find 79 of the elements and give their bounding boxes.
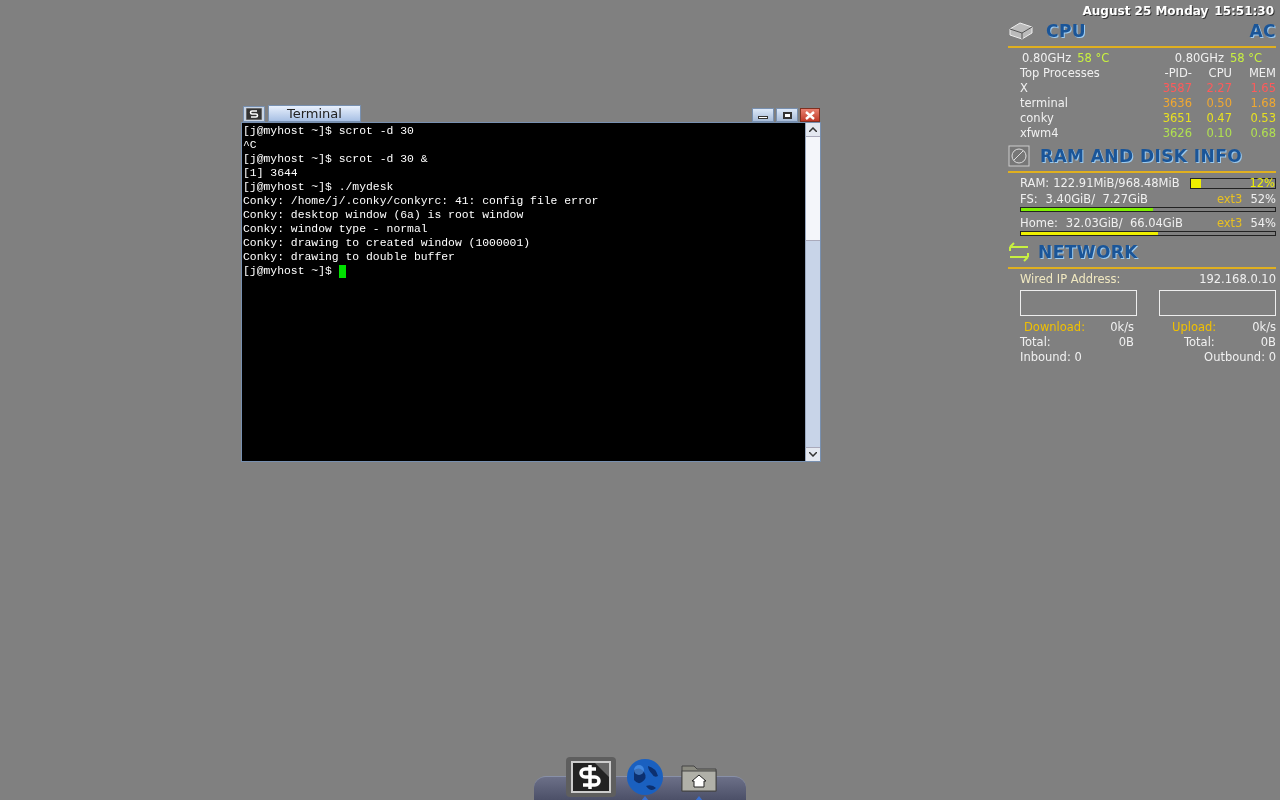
time-text: 15:51:30 <box>1214 4 1274 19</box>
ram-usage: 122.91MiB/968.48MiB <box>1053 176 1180 191</box>
process-mem: 0.53 <box>1249 111 1276 126</box>
process-cpu: 0.47 <box>1205 111 1232 126</box>
minimize-button[interactable] <box>752 108 774 122</box>
column-header: Top Processes <box>1020 66 1101 81</box>
process-pid: 3626 <box>1161 126 1192 141</box>
cpu-temperature: 58 °C <box>1229 51 1262 66</box>
column-header: CPU <box>1207 66 1232 81</box>
cpu-frequency: 0.80GHz <box>1022 51 1072 66</box>
power-status: AC <box>1249 23 1276 39</box>
cpu-temperature: 58 °C <box>1077 51 1110 66</box>
network-arrows-icon <box>1008 242 1030 262</box>
terminal-app-icon <box>571 761 611 793</box>
disk-percent: 52% <box>1250 192 1276 207</box>
section-heading: NETWORK <box>1038 244 1138 260</box>
process-name: X <box>1020 81 1029 96</box>
process-cpu: 0.50 <box>1205 96 1232 111</box>
date-text: August 25 Monday <box>1082 4 1209 19</box>
connection-count: Inbound: 0 <box>1020 350 1082 365</box>
disk-usage: 32.03GiB/ 66.04GiB <box>1065 216 1183 231</box>
filesystem-type: ext3 <box>1216 216 1243 231</box>
close-icon <box>805 110 815 120</box>
process-cpu: 2.27 <box>1205 81 1232 96</box>
terminal-line: Conky: /home/j/.conky/conkyrc: 41: config file error <box>243 194 600 208</box>
connection-count: Outbound: 0 <box>1204 350 1276 365</box>
terminal-line: [j@myhost ~]$ scrot -d 30 <box>243 124 415 138</box>
close-button[interactable] <box>800 108 820 122</box>
disk-usage: 3.40GiB/ 7.27GiB <box>1045 192 1148 207</box>
terminal-line: [j@myhost ~]$ ./mydesk <box>243 180 395 194</box>
terminal-line: Conky: drawing to created window (1000001) <box>243 236 532 250</box>
terminal-line: Conky: drawing to double buffer <box>243 250 456 264</box>
home-folder-icon <box>680 762 718 792</box>
section-heading: RAM AND DISK INFO <box>1040 148 1243 164</box>
dock-launcher[interactable] <box>566 757 616 797</box>
process-name: conky <box>1020 111 1055 126</box>
process-name: xfwm4 <box>1020 126 1060 141</box>
disk-label: Home: <box>1020 216 1058 231</box>
process-pid: 3636 <box>1161 96 1192 111</box>
rate-label: Download: <box>1024 320 1087 335</box>
filesystem-type: ext3 <box>1216 192 1243 207</box>
process-mem: 1.65 <box>1249 81 1276 96</box>
rate-value: 0k/s <box>1252 320 1276 335</box>
section-heading: CPU <box>1046 23 1086 39</box>
process-pid: 3587 <box>1161 81 1192 96</box>
maximize-button[interactable] <box>776 108 798 122</box>
column-header: MEM <box>1247 66 1276 81</box>
terminal-line: [1] 3644 <box>243 166 299 180</box>
ram-percent: 12% <box>1249 176 1275 191</box>
terminal-prompt: [j@myhost ~]$ <box>243 264 332 278</box>
disk-percent: 54% <box>1250 216 1276 231</box>
process-pid: 3651 <box>1161 111 1192 126</box>
process-mem: 0.68 <box>1249 126 1276 141</box>
globe-icon <box>626 758 664 796</box>
terminal-line: ^C <box>243 138 258 152</box>
terminal-line: [j@myhost ~]$ scrot -d 30 & <box>243 152 429 166</box>
total-label: Total: <box>1020 335 1052 350</box>
window-menu-button[interactable] <box>243 106 265 122</box>
total-value: 0B <box>1118 335 1134 350</box>
rate-label: Upload: <box>1172 320 1218 335</box>
cpu-frequency: 0.80GHz <box>1174 51 1224 66</box>
rate-value: 0k/s <box>1110 320 1134 335</box>
ip-address: 192.168.0.10 <box>1199 272 1276 287</box>
terminal-line: Conky: desktop window (6a) is root window <box>243 208 525 222</box>
window-title: Terminal <box>268 105 361 122</box>
cursor <box>338 264 346 278</box>
total-value: 0B <box>1260 335 1276 350</box>
disk-label: FS: <box>1020 192 1038 207</box>
ip-label: Wired IP Address: <box>1020 272 1121 287</box>
scrollbar[interactable] <box>805 123 820 461</box>
cpu-chip-icon <box>1008 21 1034 41</box>
process-mem: 1.68 <box>1249 96 1276 111</box>
total-label: Total: <box>1184 335 1216 350</box>
column-header: -PID- <box>1163 66 1192 81</box>
terminal-app-icon <box>246 108 262 120</box>
process-name: terminal <box>1020 96 1070 111</box>
terminal-line: Conky: window type - normal <box>243 222 429 236</box>
process-cpu: 0.10 <box>1205 126 1232 141</box>
ram-label: RAM: <box>1020 176 1050 191</box>
